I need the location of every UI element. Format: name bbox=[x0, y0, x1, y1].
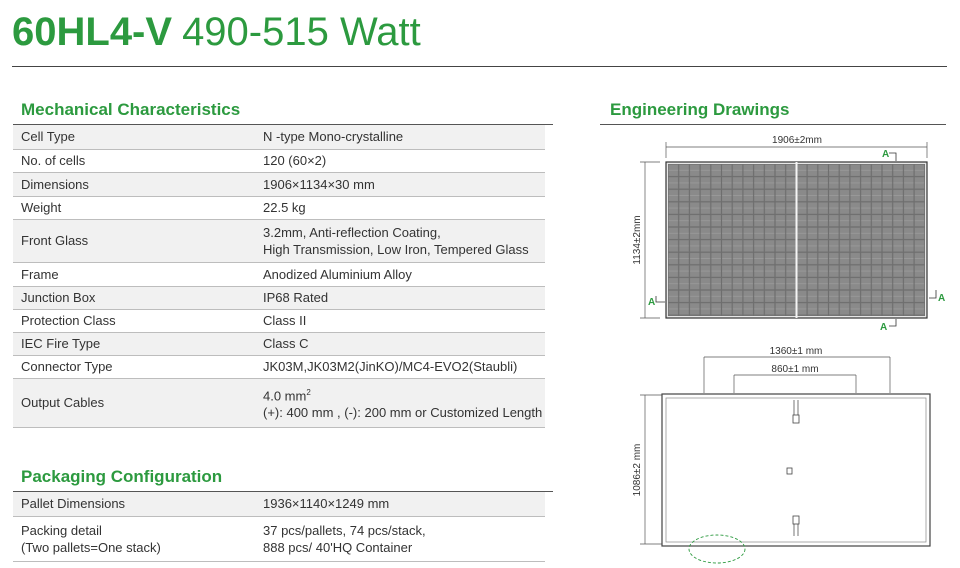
table-row: Pallet Dimensions 1936×1140×1249 mm bbox=[13, 492, 545, 517]
section-marker-bottom: A bbox=[880, 322, 887, 333]
cable-size: 4.0 mm bbox=[263, 388, 307, 404]
table-row: Packing detail (Two pallets=One stack) 3… bbox=[13, 516, 545, 562]
row-label: Junction Box bbox=[13, 286, 254, 310]
power-range: 490-515 Watt bbox=[182, 10, 421, 54]
row-label: Weight bbox=[13, 196, 254, 220]
row-value: Class C bbox=[254, 332, 545, 356]
table-row: Dimensions 1906×1134×30 mm bbox=[13, 172, 545, 197]
row-value: Class II bbox=[254, 309, 545, 333]
table-row: Frame Anodized Aluminium Alloy bbox=[13, 262, 545, 287]
back-inner-width-dimension: 860±1 mm bbox=[771, 364, 818, 375]
drawings-section-title: Engineering Drawings bbox=[610, 100, 790, 119]
row-label: Dimensions bbox=[13, 172, 254, 197]
row-label: Cell Type bbox=[13, 125, 254, 150]
row-value: Anodized Aluminium Alloy bbox=[254, 262, 545, 287]
back-outer-width-dimension: 1360±1 mm bbox=[770, 346, 823, 357]
section-marker-left: A bbox=[648, 297, 655, 308]
cable-size-unit-superscript: 2 bbox=[306, 387, 311, 397]
front-width-dimension: 1906±2mm bbox=[772, 135, 822, 146]
row-label: Connector Type bbox=[13, 355, 254, 379]
row-value: 1906×1134×30 mm bbox=[254, 172, 545, 197]
table-row: IEC Fire Type Class C bbox=[13, 332, 545, 356]
mechanical-section-title: Mechanical Characteristics bbox=[21, 100, 241, 119]
row-label: Pallet Dimensions bbox=[13, 492, 254, 517]
packaging-section-title: Packaging Configuration bbox=[21, 467, 223, 486]
row-value: 120 (60×2) bbox=[254, 149, 545, 173]
front-height-dimension: 1134±2mm bbox=[632, 215, 643, 264]
engineering-drawings: 1906±2mm 1134±2mm A A A A 1360±1 mm 860±… bbox=[632, 135, 945, 564]
table-row: Weight 22.5 kg bbox=[13, 196, 545, 220]
table-row: Output Cables 4.0 mm2 (+): 400 mm , (-):… bbox=[13, 378, 545, 428]
row-label: Front Glass bbox=[13, 219, 254, 263]
mechanical-table: Cell Type N -type Mono-crystalline No. o… bbox=[13, 125, 545, 428]
packaging-table: Pallet Dimensions 1936×1140×1249 mm Pack… bbox=[13, 492, 545, 562]
row-label: IEC Fire Type bbox=[13, 332, 254, 356]
model-name: 60HL4-V bbox=[12, 10, 173, 54]
row-value: JK03M,JK03M2(JinKO)/MC4-EVO2(Staubli) bbox=[254, 355, 545, 379]
front-view-drawing: 1906±2mm 1134±2mm A A A A bbox=[632, 135, 945, 333]
row-value: IP68 Rated bbox=[254, 286, 545, 310]
table-row: Junction Box IP68 Rated bbox=[13, 286, 545, 310]
table-row: Cell Type N -type Mono-crystalline bbox=[13, 125, 545, 150]
row-value: 4.0 mm2 (+): 400 mm , (-): 200 mm or Cus… bbox=[254, 378, 545, 428]
row-label: Frame bbox=[13, 262, 254, 287]
cable-length: (+): 400 mm , (-): 200 mm or Customized … bbox=[263, 405, 543, 421]
back-view-drawing: 1360±1 mm 860±1 mm 1086±2 mm bbox=[632, 346, 931, 564]
title-rule bbox=[12, 66, 947, 67]
back-height-dimension: 1086±2 mm bbox=[632, 444, 643, 497]
section-marker-top: A bbox=[882, 149, 889, 160]
row-value: 3.2mm, Anti-reflection Coating, High Tra… bbox=[254, 219, 545, 263]
table-row: No. of cells 120 (60×2) bbox=[13, 149, 545, 173]
row-label: Output Cables bbox=[13, 378, 254, 428]
page-title: 60HL4-V 490-515 Watt bbox=[12, 6, 421, 58]
row-label: Packing detail (Two pallets=One stack) bbox=[13, 516, 254, 562]
row-label: No. of cells bbox=[13, 149, 254, 173]
table-row: Protection Class Class II bbox=[13, 309, 545, 333]
row-value: 22.5 kg bbox=[254, 196, 545, 220]
table-row: Connector Type JK03M,JK03M2(JinKO)/MC4-E… bbox=[13, 355, 545, 379]
row-value: 1936×1140×1249 mm bbox=[254, 492, 545, 517]
section-marker-right: A bbox=[938, 293, 945, 304]
table-row: Front Glass 3.2mm, Anti-reflection Coati… bbox=[13, 219, 545, 263]
row-value: 37 pcs/pallets, 74 pcs/stack, 888 pcs/ 4… bbox=[254, 516, 545, 562]
row-value: N -type Mono-crystalline bbox=[254, 125, 545, 150]
row-label: Protection Class bbox=[13, 309, 254, 333]
